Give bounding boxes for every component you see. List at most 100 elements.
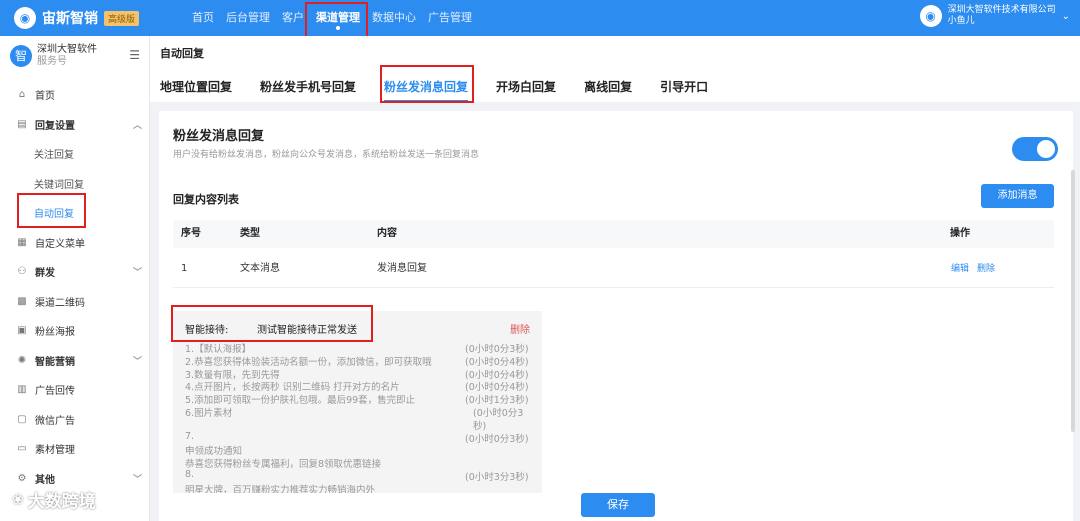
home-icon: ⌂: [18, 89, 26, 101]
smart-reception-card: 智能接待: 测试智能接待正常发送 删除 1.【默认海报】 (0小时0分3秒) 2.…: [173, 311, 542, 493]
list-item: 8. (0小时3分3秒): [185, 468, 529, 483]
list-item: 申领成功通知: [185, 446, 243, 458]
company-switcher[interactable]: ◉ 深圳大智软件技术有限公司 小鱼儿 ⌄: [919, 5, 1070, 27]
tab-offline-reply[interactable]: 离线回复: [584, 78, 632, 95]
sidebar-item-wechat-ads[interactable]: ▢ 微信广告: [0, 405, 150, 435]
ad-icon: ▥: [17, 384, 27, 396]
account-name: 深圳大智软件: [37, 44, 97, 55]
watermark: ❀ 大数跨境: [12, 487, 96, 513]
list-item: 明星大牌，百万赚粉实力推荐实力畅销海内外: [185, 484, 376, 493]
table-row: 1 文本消息 发消息回复 编辑 删除: [173, 252, 1054, 288]
tab-opening-reply[interactable]: 开场白回复: [496, 78, 556, 95]
chevron-down-icon: ﹀: [132, 268, 142, 279]
topnav-home[interactable]: 首页: [186, 0, 220, 36]
sidebar-item-keyword-reply[interactable]: 关键词回复: [0, 169, 150, 199]
account-card[interactable]: 智 深圳大智软件 服务号 ☰: [10, 44, 140, 68]
chevron-down-icon: ﹀: [132, 356, 142, 367]
company-name: 深圳大智软件技术有限公司: [947, 5, 1056, 15]
list-item: 4.点开图片，长按两秒 识别二维码 打开对方的名片 (0小时0分4秒): [185, 382, 529, 394]
page-title: 自动回复: [160, 47, 204, 60]
menu-collapse-icon[interactable]: ☰: [129, 48, 140, 62]
list-item: 3.数量有限，先到先得 (0小时0分4秒): [185, 369, 529, 381]
folder-icon: ▭: [17, 443, 27, 455]
toggle-knob: [1037, 140, 1055, 158]
tab-location-reply[interactable]: 地理位置回复: [160, 78, 232, 95]
topnav-data-center[interactable]: 数据中心: [366, 0, 422, 36]
account-type: 服务号: [37, 56, 67, 67]
row-no: 1: [181, 263, 188, 274]
watermark-text: 大数跨境: [27, 492, 96, 512]
watermark-icon: ❀: [12, 491, 24, 508]
list-title: 回复内容列表: [173, 193, 239, 206]
section-title: 粉丝发消息回复: [173, 129, 265, 144]
poster-icon: ▣: [17, 325, 27, 337]
col-type: 类型: [240, 228, 260, 239]
reply-tabs: 地理位置回复 粉丝发手机号回复 粉丝发消息回复 开场白回复 离线回复 引导开口: [160, 78, 736, 102]
sidebar-item-smart-marketing[interactable]: ✺ 智能营销 ﹀: [0, 346, 150, 376]
sidebar-item-reply-settings[interactable]: ▤ 回复设置 ︿: [0, 110, 150, 140]
delete-link[interactable]: 删除: [977, 264, 995, 274]
chevron-down-icon: ﹀: [132, 474, 142, 485]
sidebar: 智 深圳大智软件 服务号 ☰ ⌂ 首页 ▤ 回复设置 ︿ 关注回复 关键词回复 …: [0, 36, 150, 521]
bulb-icon: ✺: [17, 354, 27, 366]
sidebar-item-ad-callback[interactable]: ▥ 广告回传: [0, 375, 150, 405]
sidebar-item-custom-menu[interactable]: ▦ 自定义菜单: [0, 228, 150, 258]
row-content: 发消息回复: [377, 263, 427, 274]
list-item: 5.添加即可领取一份护肤礼包哦。最后99套，售完即止 (0小时1分3秒): [185, 395, 529, 407]
brand-logo-icon: ◉: [14, 7, 36, 29]
col-content: 内容: [377, 228, 397, 239]
list-item: 1.【默认海报】 (0小时0分3秒): [185, 344, 529, 355]
smart-message-list: 1.【默认海报】 (0小时0分3秒) 2.恭喜您获得体验装活动名额一份，添加微信，…: [185, 341, 535, 493]
brand-name: 宙斯智销: [42, 11, 98, 27]
save-button[interactable]: 保存: [581, 493, 655, 517]
list-item: 6.图片素材 (0小时0分3: [185, 407, 524, 419]
qrcode-icon: ▩: [17, 295, 27, 307]
top-nav: 首页 后台管理 客户 渠道管理 数据中心 广告管理: [186, 0, 478, 36]
enable-toggle[interactable]: [1012, 137, 1058, 161]
message-icon: ▤: [17, 118, 27, 130]
sidebar-item-materials[interactable]: ▭ 素材管理: [0, 434, 150, 464]
list-item: 秒): [473, 420, 487, 432]
top-navbar: ◉ 宙斯智销 高级版 首页 后台管理 客户 渠道管理 数据中心 广告管理 ◉ 深…: [0, 0, 1080, 36]
row-type: 文本消息: [240, 263, 280, 274]
edit-link[interactable]: 编辑: [951, 264, 969, 274]
topnav-channel[interactable]: 渠道管理: [310, 0, 366, 36]
list-item: 7. (0小时0分3秒): [185, 430, 529, 445]
col-no: 序号: [181, 228, 201, 239]
sidebar-item-channel-qrcode[interactable]: ▩ 渠道二维码: [0, 287, 150, 317]
smart-delete-link[interactable]: 删除: [510, 321, 530, 336]
company-avatar-icon: ◉: [919, 5, 942, 27]
sidebar-item-broadcast[interactable]: ⚇ 群发 ﹀: [0, 257, 150, 287]
topnav-ads[interactable]: 广告管理: [422, 0, 478, 36]
gear-icon: ⚙: [17, 472, 27, 484]
col-op: 操作: [950, 228, 970, 239]
table-header: 序号 类型 内容 操作: [173, 220, 1054, 248]
chevron-down-icon: ⌄: [1061, 10, 1070, 22]
sidebar-item-fan-poster[interactable]: ▣ 粉丝海报: [0, 316, 150, 346]
scrollbar[interactable]: [1071, 170, 1075, 432]
topnav-admin[interactable]: 后台管理: [220, 0, 276, 36]
list-item: 恭喜您获得粉丝专属福利，回复8领取优惠链接: [185, 459, 382, 471]
plan-badge: 高级版: [104, 10, 140, 26]
users-icon: ⚇: [17, 266, 27, 278]
tab-message-reply[interactable]: 粉丝发消息回复: [384, 78, 469, 102]
list-item: 2.恭喜您获得体验装活动名额一份，添加微信，即可获取哦 (0小时0分4秒): [185, 356, 529, 368]
grid-icon: ▦: [17, 236, 27, 248]
smart-label: 智能接待:: [185, 325, 229, 336]
sidebar-menu: ⌂ 首页 ▤ 回复设置 ︿ 关注回复 关键词回复 自动回复 ▦ 自定义菜单 ⚇ …: [0, 80, 150, 493]
tab-guide-open[interactable]: 引导开口: [660, 78, 708, 95]
tab-phone-reply[interactable]: 粉丝发手机号回复: [260, 78, 356, 95]
account-avatar: 智: [10, 45, 32, 67]
sidebar-item-home[interactable]: ⌂ 首页: [0, 80, 150, 110]
page-header: 自动回复 地理位置回复 粉丝发手机号回复 粉丝发消息回复 开场白回复 离线回复 …: [150, 36, 1080, 102]
brand-logo[interactable]: ◉ 宙斯智销 高级版: [14, 7, 140, 29]
chevron-up-icon: ︿: [132, 120, 142, 131]
add-message-button[interactable]: 添加消息: [981, 184, 1054, 208]
sidebar-item-follow-reply[interactable]: 关注回复: [0, 139, 150, 169]
wechat-ad-icon: ▢: [17, 413, 27, 425]
smart-value: 测试智能接待正常发送: [257, 325, 357, 336]
main-panel: 粉丝发消息回复 用户没有给粉丝发消息，粉丝向公众号发消息，系统给粉丝发送一条回复…: [159, 111, 1073, 521]
user-name: 小鱼儿: [947, 16, 975, 26]
sidebar-item-auto-reply[interactable]: 自动回复: [0, 198, 150, 228]
topnav-customers[interactable]: 客户: [276, 0, 310, 36]
